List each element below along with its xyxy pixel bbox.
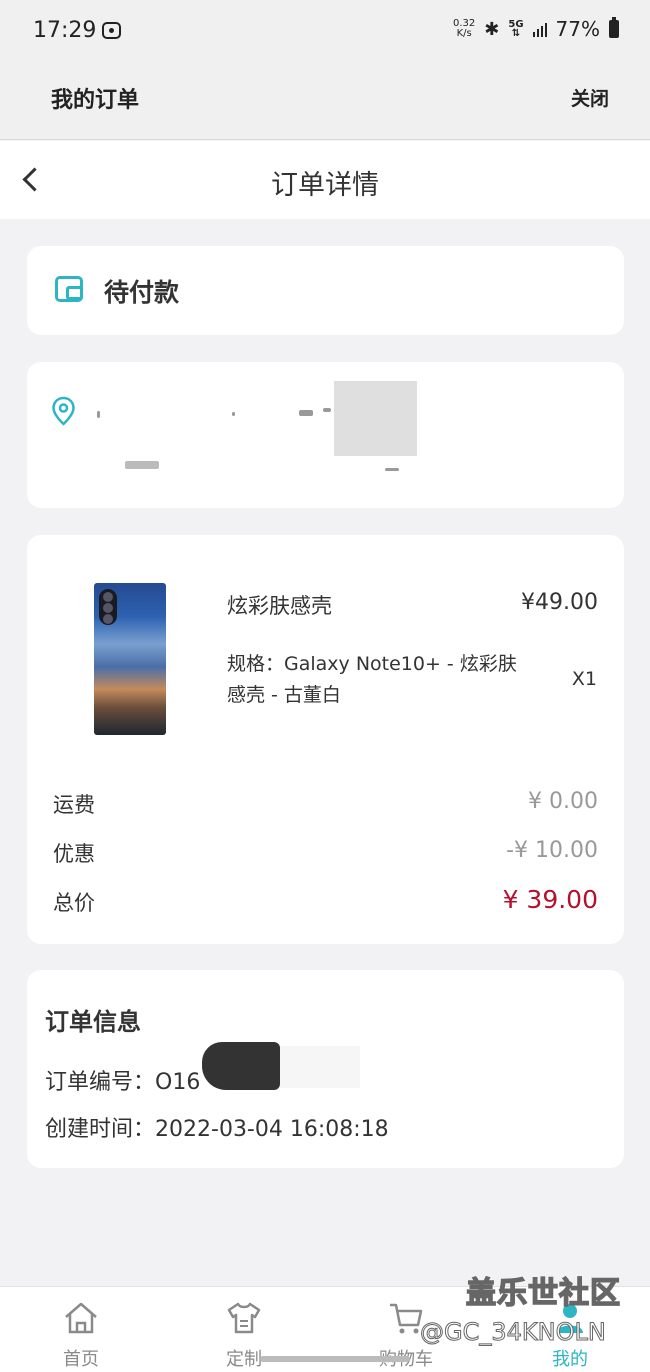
- watermark-handle: @GC_34KNOLN: [420, 1318, 607, 1347]
- close-button[interactable]: 关闭: [571, 84, 609, 111]
- nav-bar: 订单详情: [0, 141, 650, 219]
- product-name: 炫彩肤感壳: [227, 594, 332, 618]
- redacted-mark: [232, 412, 235, 416]
- location-pin-icon: [52, 396, 75, 426]
- status-indicators: 0.32 K/s ✱ 5G ⇅ 77%: [453, 17, 619, 41]
- home-icon: [65, 1302, 97, 1334]
- order-number-value: O16: [155, 1070, 201, 1095]
- wallet-icon: [55, 276, 83, 302]
- redacted-mark: [299, 410, 313, 416]
- app-header: 我的订单 关闭: [0, 62, 650, 140]
- fee-value: ¥ 0.00: [528, 789, 598, 814]
- product-card: 炫彩肤感壳 ¥49.00 规格：Galaxy Note10+ - 炫彩肤感壳 -…: [27, 535, 624, 944]
- redacted-mark: [125, 461, 159, 469]
- redacted-block: [280, 1046, 360, 1088]
- product-spec: 规格：Galaxy Note10+ - 炫彩肤感壳 - 古董白: [227, 653, 517, 706]
- camera-module: [99, 589, 117, 625]
- app-title: 我的订单: [51, 88, 140, 113]
- discount-row: 优惠 -¥ 10.00: [53, 838, 598, 870]
- back-button[interactable]: [18, 165, 46, 195]
- product-image[interactable]: [94, 583, 166, 735]
- redacted-mark: [385, 468, 399, 471]
- product-quantity: X1: [571, 668, 597, 690]
- fee-value: -¥ 10.00: [506, 838, 598, 863]
- created-time-row: 创建时间：2022-03-04 16:08:18: [45, 1111, 389, 1143]
- watermark-title: 盖乐世社区: [465, 1275, 621, 1312]
- tshirt-icon: [227, 1302, 261, 1334]
- redacted-block: [334, 381, 417, 456]
- order-number-label: 订单编号：: [45, 1070, 156, 1095]
- shipping-fee-row: 运费 ¥ 0.00: [53, 789, 598, 821]
- order-status-card: 待付款: [27, 246, 624, 335]
- created-time-label: 创建时间：: [45, 1117, 156, 1142]
- status-time: 17:29: [33, 18, 97, 43]
- tab-label: 我的: [552, 1349, 588, 1370]
- network-speed-unit: K/s: [456, 28, 472, 39]
- home-indicator[interactable]: [260, 1356, 410, 1362]
- product-price: ¥49.00: [521, 590, 598, 615]
- battery-icon: [609, 17, 619, 38]
- tab-label: 首页: [63, 1349, 99, 1370]
- order-info-title: 订单信息: [45, 1008, 141, 1036]
- order-info-card: 订单信息 订单编号：O16 创建时间：2022-03-04 16:08:18: [27, 970, 624, 1168]
- tab-home[interactable]: 首页: [31, 1287, 131, 1372]
- network-type: 5G ⇅: [508, 20, 523, 39]
- bluetooth-icon: ✱: [484, 18, 500, 40]
- order-status-label: 待付款: [104, 278, 180, 307]
- address-card[interactable]: [27, 362, 624, 508]
- redacted-block: [202, 1042, 280, 1090]
- redacted-mark: [323, 408, 331, 412]
- total-row: 总价 ¥ 39.00: [53, 885, 598, 919]
- fee-label: 总价: [53, 891, 95, 915]
- fee-label: 运费: [53, 793, 95, 817]
- fee-label: 优惠: [53, 842, 95, 866]
- signal-icon: [532, 21, 547, 37]
- total-price: ¥ 39.00: [502, 885, 598, 914]
- created-time-value: 2022-03-04 16:08:18: [155, 1117, 389, 1142]
- order-number-row: 订单编号：O16: [45, 1064, 200, 1096]
- page-title: 订单详情: [271, 170, 379, 201]
- tv-app-icon: [102, 22, 121, 39]
- network-speed: 0.32 K/s: [453, 19, 475, 39]
- redacted-mark: [97, 411, 100, 418]
- data-arrows-icon: ⇅: [511, 28, 521, 39]
- status-bar: 17:29 0.32 K/s ✱ 5G ⇅ 77%: [0, 0, 650, 62]
- battery-percent: 77%: [555, 17, 600, 41]
